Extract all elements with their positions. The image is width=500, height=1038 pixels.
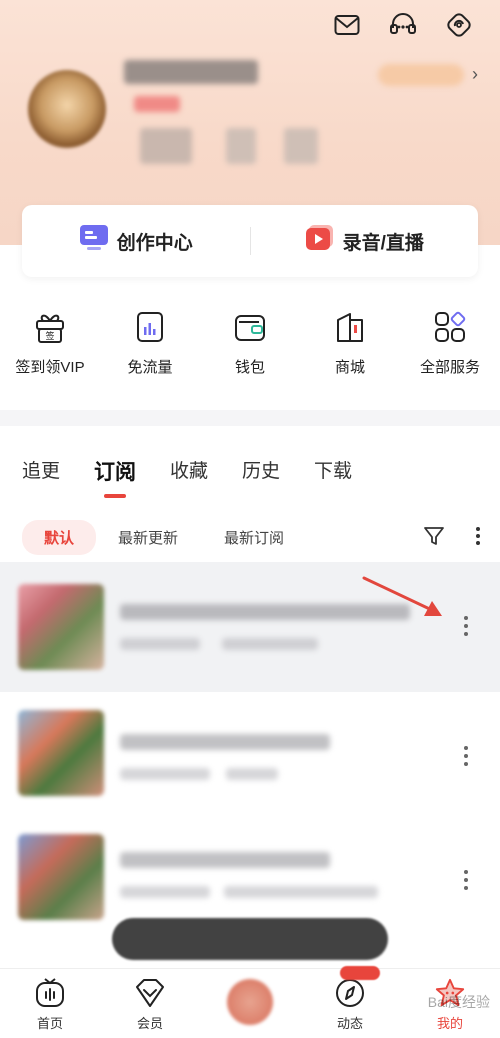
record-live-label: 录音/直播 [342,232,424,254]
list-item[interactable] [0,692,500,822]
watermark: Bai度经验 [427,994,490,1010]
title-blurred [120,734,330,750]
stat-1-blurred[interactable] [140,128,192,164]
radio-icon [34,977,66,1009]
meta-blurred [120,638,200,650]
compass-icon [334,977,366,1009]
nav-label: 首页 [36,1016,63,1031]
nav-home[interactable]: 首页 [0,969,100,1038]
service-checkin-vip[interactable]: 签 签到领VIP [0,310,100,377]
more-vertical-icon[interactable] [456,746,476,766]
service-label: 钱包 [234,359,265,376]
meta-blurred [120,886,210,898]
creator-center-button[interactable]: 创作中心 [22,224,250,258]
headset-icon[interactable] [388,10,418,40]
album-cover-blurred[interactable] [18,584,104,670]
service-wallet[interactable]: 钱包 [200,310,300,377]
service-free-data[interactable]: 免流量 [100,310,200,377]
settings-icon[interactable] [444,10,474,40]
sort-default[interactable]: 默认 [22,520,97,555]
more-vertical-icon[interactable] [456,616,476,636]
nav-label: 会员 [136,1016,163,1031]
album-cover-blurred[interactable] [18,834,104,920]
vip-entry-blurred[interactable] [378,64,464,86]
tab-subscriptions[interactable]: 订阅 [94,456,136,498]
record-live-button[interactable]: 录音/直播 [251,224,479,258]
service-label: 签到领VIP [15,359,85,376]
sort-latest-subscribe[interactable]: 最新订阅 [224,527,284,548]
top-actions [332,10,474,40]
username-blurred [124,60,258,84]
nav-now-playing[interactable] [200,969,300,1038]
filter-actions [422,524,482,552]
record-live-icon [305,224,335,258]
section-divider [0,410,500,426]
tab-downloads[interactable]: 下载 [314,456,352,486]
avatar[interactable] [28,70,106,148]
meta-blurred [226,768,278,780]
mail-icon[interactable] [332,10,362,40]
meta-blurred [222,638,318,650]
more-vertical-icon[interactable] [474,525,482,551]
tab-follow-updates[interactable]: 追更 [22,456,60,486]
creator-card: 创作中心 录音/直播 [22,205,478,277]
creator-center-icon [79,224,109,258]
stat-3-blurred[interactable] [284,128,318,164]
more-vertical-icon[interactable] [456,870,476,890]
service-store[interactable]: 商城 [300,310,400,377]
title-blurred [120,852,330,868]
meta-blurred [120,768,210,780]
nav-label: 我的 [436,1016,463,1031]
chevron-right-icon[interactable]: › [472,64,478,85]
service-grid: 签 签到领VIP 免流量 钱包 商城 全部服务 [0,310,500,377]
nav-vip[interactable]: 会员 [100,969,200,1038]
tab-history[interactable]: 历史 [242,456,280,486]
vip-diamond-icon [134,977,166,1009]
content-tabs: 追更 订阅 收藏 历史 下载 [22,456,352,498]
svg-text:签: 签 [45,330,54,342]
store-icon [333,310,367,344]
stat-2-blurred[interactable] [226,128,256,164]
bottom-navigation: 首页 会员 动态 我的 [0,968,500,1038]
filter-icon[interactable] [422,524,446,552]
gift-icon: 签 [33,310,67,344]
grid-icon [433,310,467,344]
service-label: 商城 [334,359,365,376]
album-cover-blurred[interactable] [18,710,104,796]
meta-blurred [224,886,378,898]
nav-label: 动态 [336,1016,363,1031]
sort-filter-bar: 默认 最新更新 最新订阅 [22,520,482,555]
level-badge-blurred [134,96,180,112]
tab-favorites[interactable]: 收藏 [170,456,208,486]
notification-badge-blurred [340,966,381,980]
service-label: 全部服务 [419,359,480,376]
service-all[interactable]: 全部服务 [400,310,500,377]
creator-center-label: 创作中心 [116,232,193,254]
data-card-icon [133,310,167,344]
now-playing-cover-blurred[interactable] [227,979,273,1025]
annotation-arrow [362,576,442,616]
service-label: 免流量 [127,359,173,376]
wallet-icon [233,310,267,344]
mini-player-blurred[interactable] [112,918,388,960]
sort-latest-update[interactable]: 最新更新 [118,527,178,548]
